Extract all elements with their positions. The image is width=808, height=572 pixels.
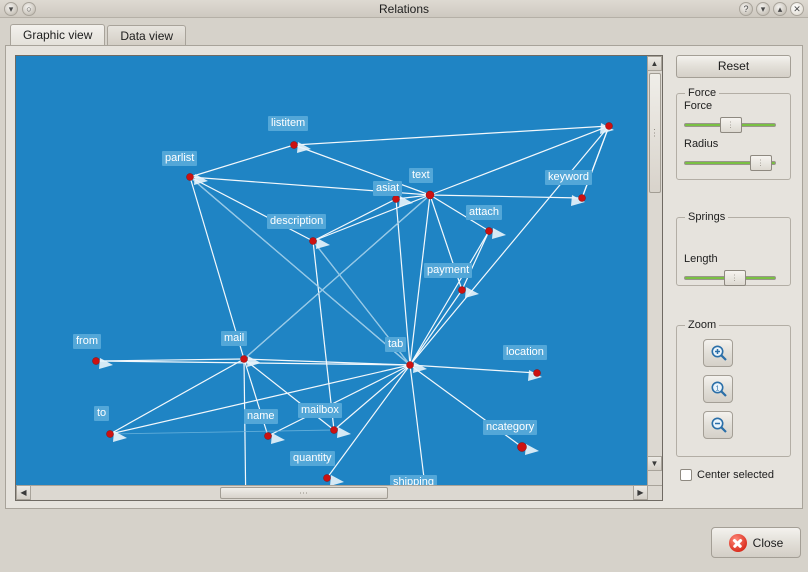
window-title: Relations (378, 2, 430, 16)
graph-node-keyword[interactable]: keyword (545, 170, 592, 185)
force-group-title: Force (688, 87, 717, 99)
scroll-down-glyph: ▼ (650, 459, 659, 468)
graph-vertical-scroll-thumb[interactable]: ⋮ (649, 73, 661, 193)
center-selected-checkbox[interactable] (680, 469, 692, 481)
zoom-in-icon[interactable] (703, 339, 733, 367)
graph-horizontal-scrollbar[interactable]: ◀ ⋯ ▶ (16, 485, 648, 500)
graph-node-parlist[interactable]: parlist (162, 151, 198, 166)
scroll-left-button[interactable]: ◀ (16, 485, 31, 500)
zoom-reset-icon[interactable]: 1 (703, 375, 733, 403)
scroll-right-glyph: ▶ (637, 488, 644, 497)
graph-canvas[interactable]: listitem parlist asiat text keyword desc… (16, 56, 648, 500)
help-icon[interactable]: ? (739, 2, 753, 16)
scroll-left-glyph: ◀ (20, 488, 27, 497)
controls-sidebar: Reset Force Force ⋮ Radius ⋮ Springs Len… (672, 55, 795, 501)
graph-node-listitem[interactable]: listitem (268, 116, 309, 131)
tab-content-graphic-view: listitem parlist asiat text keyword desc… (5, 45, 803, 509)
tab-graphic-view[interactable]: Graphic view (10, 24, 106, 46)
graph-node-payment[interactable]: payment (424, 263, 473, 278)
maximize-icon[interactable]: ▴ (773, 2, 787, 16)
graph-node-name[interactable]: name (244, 409, 278, 424)
radius-thumb-grip: ⋮ (756, 158, 766, 168)
graph-node-description[interactable]: description (267, 214, 327, 229)
close-button-label: Close (752, 535, 784, 550)
svg-text:1: 1 (716, 386, 720, 393)
tab-graphic-view-label: Graphic view (23, 28, 93, 42)
zoom-out-icon[interactable] (703, 411, 733, 439)
scroll-up-button[interactable]: ▲ (647, 56, 662, 71)
scroll-thumb-grip: ⋮ (650, 127, 660, 138)
titlebar-right-buttons: ? ▾ ▴ ✕ (739, 2, 804, 16)
scrollbar-corner (647, 485, 662, 500)
springs-group-title: Springs (688, 211, 726, 223)
relations-window: ▾ ○ Relations ? ▾ ▴ ✕ Graphic view Data … (0, 0, 808, 572)
force-slider-thumb[interactable]: ⋮ (720, 117, 742, 133)
zoom-out-glass (711, 417, 727, 433)
close-icon[interactable]: ✕ (790, 2, 804, 16)
force-slider[interactable]: ⋮ (684, 117, 776, 133)
graph-vertical-scrollbar[interactable]: ▲ ⋮ ▼ (647, 56, 662, 486)
graph-node-tab[interactable]: tab (385, 337, 407, 352)
force-slider-label: Force (684, 100, 713, 112)
length-slider[interactable]: ⋮ (684, 270, 776, 286)
zoom-one-glass: 1 (711, 381, 727, 397)
radius-slider[interactable]: ⋮ (684, 155, 776, 171)
maximize-glyph: ▴ (777, 4, 783, 14)
graph-node-asiat[interactable]: asiat (373, 181, 403, 196)
minimize-icon[interactable]: ▾ (756, 2, 770, 16)
graph-node-ncategory[interactable]: ncategory (483, 420, 538, 435)
radius-slider-label: Radius (684, 138, 719, 150)
graph-node-from[interactable]: from (73, 334, 101, 349)
graph-node-mailbox[interactable]: mailbox (298, 403, 342, 418)
zoom-group-title: Zoom (688, 319, 717, 331)
graph-horizontal-scroll-thumb[interactable]: ⋯ (220, 487, 388, 499)
zoom-group: Zoom (676, 319, 791, 457)
tab-data-view-label: Data view (120, 29, 174, 43)
graph-node-location[interactable]: location (503, 345, 547, 360)
graph-node-mail[interactable]: mail (221, 331, 248, 346)
reset-button-label: Reset (717, 59, 750, 73)
scroll-thumb-grip-h: ⋯ (299, 487, 309, 498)
graph-viewport[interactable]: listitem parlist asiat text keyword desc… (15, 55, 663, 501)
graph-node-to[interactable]: to (94, 406, 110, 421)
zoom-in-glass (711, 345, 727, 361)
graph-node-attach[interactable]: attach (466, 205, 502, 220)
window-titlebar: ▾ ○ Relations ? ▾ ▴ ✕ (0, 0, 808, 18)
center-selected-label: Center selected (697, 469, 775, 481)
scroll-right-button[interactable]: ▶ (633, 485, 648, 500)
close-glyph: ✕ (793, 4, 801, 14)
length-thumb-grip: ⋮ (730, 273, 740, 283)
scroll-up-glyph: ▲ (650, 59, 659, 68)
force-thumb-grip: ⋮ (726, 120, 736, 130)
close-button[interactable]: Close (711, 527, 801, 558)
main-panel: Graphic view Data view listitem parlist … (5, 24, 803, 536)
close-circle-icon (728, 533, 747, 552)
center-selected-row[interactable]: Center selected (680, 467, 800, 483)
scroll-down-button[interactable]: ▼ (647, 456, 662, 471)
reset-button[interactable]: Reset (676, 55, 791, 78)
help-glyph: ? (743, 4, 749, 14)
radius-slider-thumb[interactable]: ⋮ (750, 155, 772, 171)
graph-edges (92, 122, 614, 486)
graph-node-quantity[interactable]: quantity (290, 451, 335, 466)
graph-node-text[interactable]: text (409, 168, 433, 183)
length-slider-label: Length (684, 253, 718, 265)
length-slider-thumb[interactable]: ⋮ (724, 270, 746, 286)
minimize-glyph: ▾ (760, 4, 766, 14)
tab-data-view[interactable]: Data view (107, 25, 187, 46)
view-tabs: Graphic view Data view (10, 24, 188, 46)
